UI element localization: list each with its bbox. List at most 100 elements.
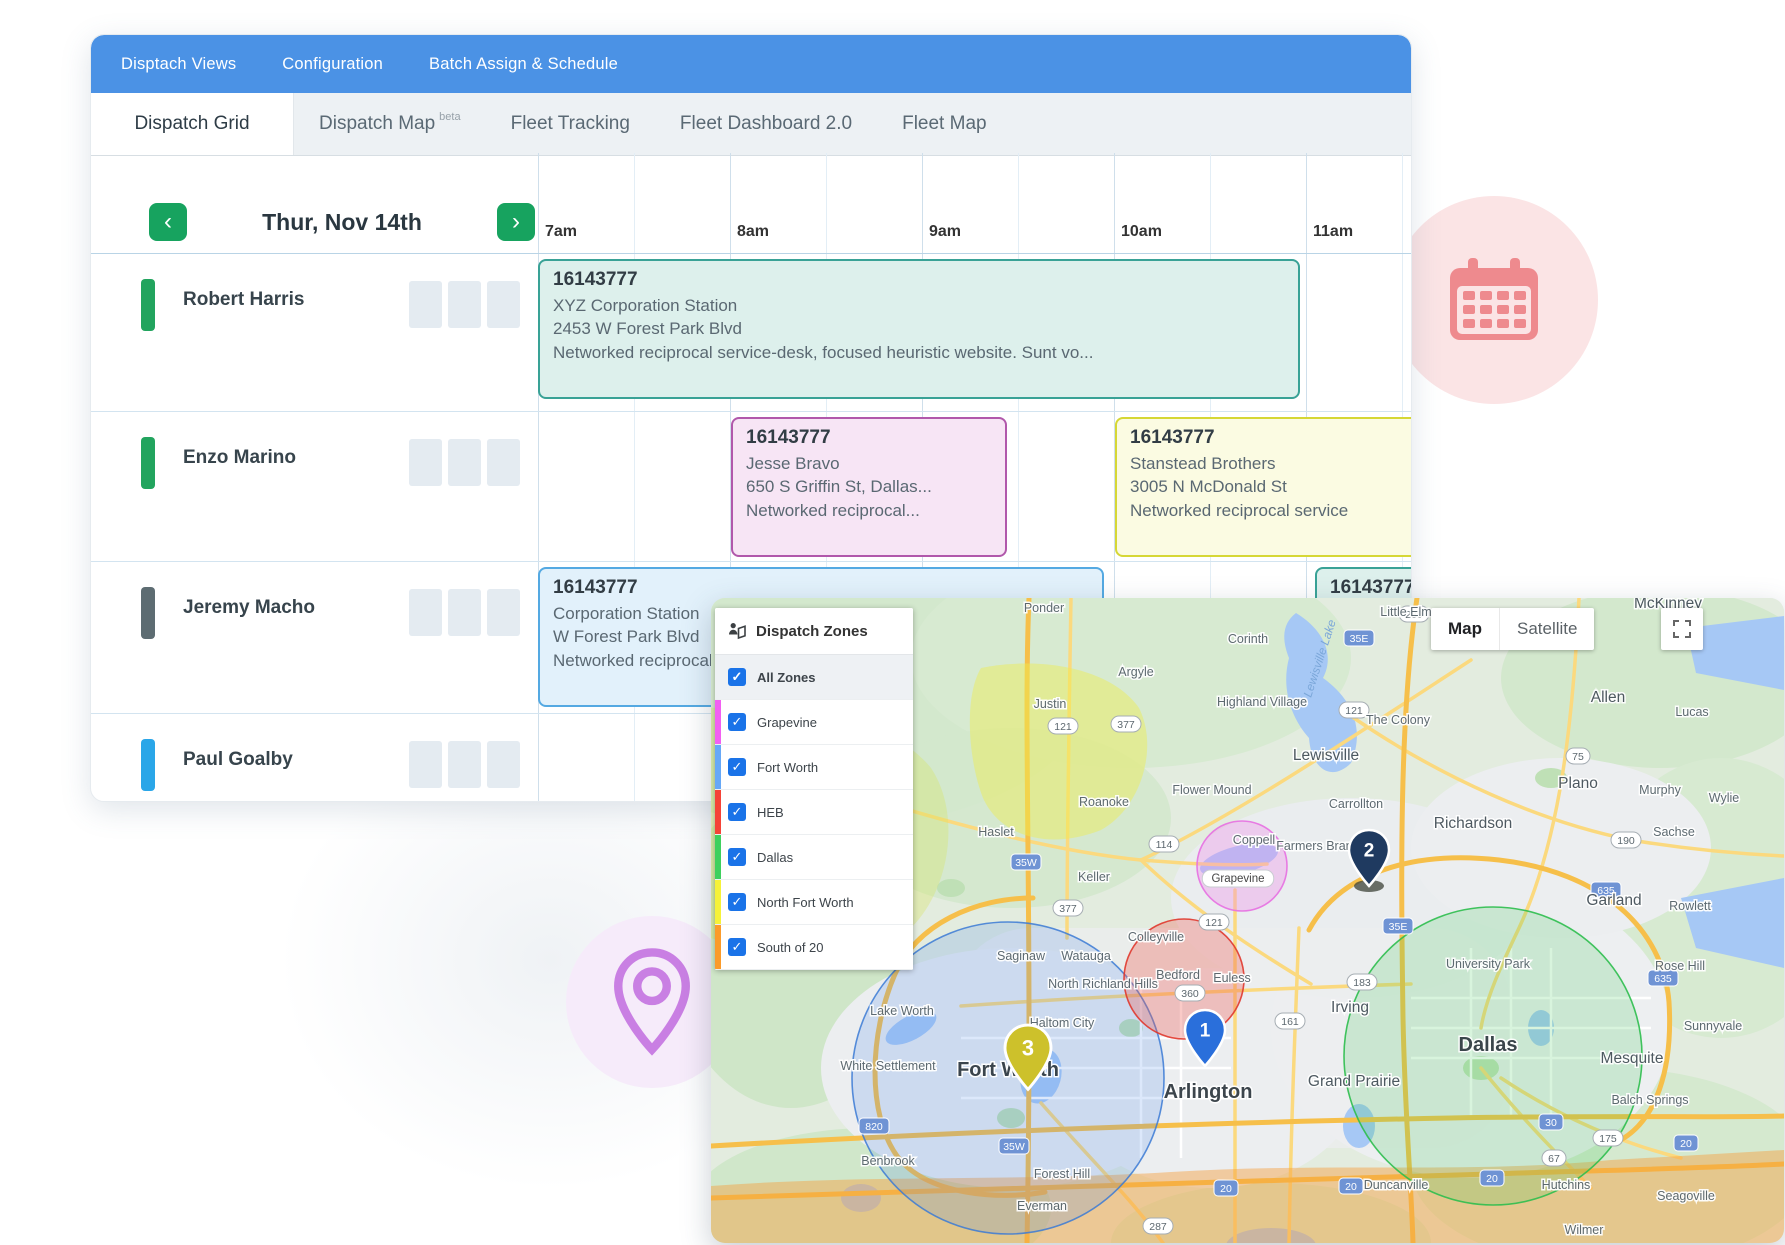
- job-detail-line: Networked reciprocal service-desk, focus…: [553, 341, 1285, 364]
- zone-row-dallas[interactable]: ✓Dallas: [715, 835, 913, 880]
- zone-checkbox[interactable]: ✓: [728, 713, 746, 731]
- road-shield: 20: [1480, 1170, 1504, 1186]
- job-detail-line: 650 S Griffin St, Dallas...: [746, 475, 992, 498]
- resource-placeholder-box[interactable]: [487, 741, 520, 788]
- map-city-label: Seagoville: [1657, 1189, 1715, 1203]
- date-label: Thur, Nov 14th: [187, 209, 497, 236]
- map-city-label: Euless: [1213, 971, 1251, 985]
- svg-text:30: 30: [1545, 1117, 1557, 1129]
- calendar-icon: [1444, 254, 1544, 346]
- job-detail-line: XYZ Corporation Station: [553, 294, 1285, 317]
- beta-badge: beta: [439, 111, 460, 123]
- svg-text:75: 75: [1572, 751, 1584, 763]
- zone-row-heb[interactable]: ✓HEB: [715, 790, 913, 835]
- map-city-label: Forest Hill: [1034, 1167, 1090, 1181]
- prev-day-button[interactable]: ‹: [149, 203, 187, 241]
- zone-row-fort-worth[interactable]: ✓Fort Worth: [715, 745, 913, 790]
- svg-text:287: 287: [1149, 1221, 1167, 1233]
- zone-row-grapevine[interactable]: ✓Grapevine: [715, 700, 913, 745]
- next-day-button[interactable]: ›: [497, 203, 535, 241]
- map-city-label: Hutchins: [1542, 1178, 1591, 1192]
- tab-dispatch-map[interactable]: Dispatch Mapbeta: [294, 93, 486, 155]
- map-city-label: Argyle: [1118, 665, 1153, 679]
- road-shield: 35W: [1011, 854, 1041, 870]
- zone-row-all-zones[interactable]: ✓ All Zones: [715, 655, 913, 700]
- resource-placeholder-box[interactable]: [448, 589, 481, 636]
- satellite-type-button[interactable]: Satellite: [1499, 608, 1594, 650]
- map-city-label: Grapevine: [1211, 873, 1264, 885]
- dispatch-zones-title: Dispatch Zones: [756, 623, 868, 640]
- road-shield: 35E: [1344, 630, 1374, 646]
- resource-placeholder-box[interactable]: [409, 589, 442, 636]
- road-shield: 360: [1175, 985, 1205, 1001]
- calendar-decoration: [1390, 196, 1598, 404]
- resource-placeholder-box[interactable]: [448, 741, 481, 788]
- map-city-label: Murphy: [1639, 783, 1681, 797]
- resource-placeholder-box[interactable]: [487, 589, 520, 636]
- map-city-label: Coppell: [1233, 833, 1275, 847]
- resource-placeholder-box[interactable]: [448, 281, 481, 328]
- map-city-label: Plano: [1558, 775, 1598, 792]
- dispatch-zones-panel: Dispatch Zones ✓ All Zones ✓Grapevine✓Fort…: [715, 608, 913, 970]
- zone-row-south-of-20[interactable]: ✓ South of 20: [715, 925, 913, 970]
- tab-fleet-tracking[interactable]: Fleet Tracking: [486, 93, 655, 155]
- fullscreen-icon: [1673, 620, 1691, 638]
- job-detail-line: Jesse Bravo: [746, 452, 992, 475]
- map-city-label: Mesquite: [1601, 1050, 1664, 1067]
- nav-item[interactable]: Disptach Views: [121, 55, 236, 74]
- zone-checkbox[interactable]: ✓: [728, 803, 746, 821]
- zone-checkbox[interactable]: ✓: [728, 758, 746, 776]
- svg-text:121: 121: [1205, 917, 1223, 929]
- job-block[interactable]: 16143777XYZ Corporation Station2453 W Fo…: [538, 259, 1300, 399]
- map-city-label: Sunnyvale: [1684, 1019, 1742, 1033]
- job-block[interactable]: 16143777Jesse Bravo650 S Griffin St, Dal…: [731, 417, 1007, 557]
- road-shield: 377: [1111, 716, 1141, 732]
- fullscreen-button[interactable]: [1661, 608, 1703, 650]
- zone-label: South of 20: [757, 940, 824, 955]
- resource-placeholder-box[interactable]: [409, 741, 442, 788]
- map-city-label: Saginaw: [997, 949, 1046, 963]
- tab-dispatch-grid[interactable]: Dispatch Grid: [91, 93, 294, 155]
- job-detail-line: Stanstead Brothers: [1130, 452, 1412, 475]
- road-shield: 30: [1539, 1114, 1563, 1130]
- map-city-label: University Park: [1446, 957, 1531, 971]
- svg-text:635: 635: [1654, 973, 1672, 985]
- dallas-zone[interactable]: [1344, 907, 1642, 1205]
- svg-text:2: 2: [1364, 841, 1375, 862]
- map-type-button[interactable]: Map: [1431, 608, 1499, 650]
- zone-row-north-fort-worth[interactable]: ✓North Fort Worth: [715, 880, 913, 925]
- zone-checkbox[interactable]: ✓: [728, 893, 746, 911]
- road-shield: 190: [1611, 832, 1641, 848]
- zone-checkbox[interactable]: ✓: [728, 668, 746, 686]
- job-block[interactable]: 16143777Stanstead Brothers3005 N McDonal…: [1115, 417, 1412, 557]
- zone-color-stripe: [715, 925, 721, 969]
- tab-bar: Dispatch GridDispatch MapbetaFleet Track…: [91, 93, 1411, 156]
- map-city-label: Wylie: [1709, 791, 1739, 805]
- map-city-label: Grand Prairie: [1308, 1073, 1400, 1090]
- road-shield: 377: [1053, 900, 1083, 916]
- zone-color-stripe: [715, 790, 721, 834]
- resource-placeholder-box[interactable]: [448, 439, 481, 486]
- road-shield: 20: [1214, 1180, 1238, 1196]
- nav-item[interactable]: Batch Assign & Schedule: [429, 55, 618, 74]
- road-shield: 35E: [1383, 918, 1413, 934]
- map-city-label: Everman: [1017, 1199, 1067, 1213]
- resource-placeholder-box[interactable]: [409, 439, 442, 486]
- svg-text:183: 183: [1353, 977, 1371, 989]
- svg-text:35E: 35E: [1389, 921, 1408, 933]
- job-detail-line: 3005 N McDonald St: [1130, 475, 1412, 498]
- road-shield: 20: [1674, 1135, 1698, 1151]
- map-city-label: Lewisville: [1293, 747, 1359, 764]
- tab-fleet-dashboard-2-0[interactable]: Fleet Dashboard 2.0: [655, 93, 877, 155]
- zone-checkbox[interactable]: ✓: [728, 848, 746, 866]
- tab-fleet-map[interactable]: Fleet Map: [877, 93, 1011, 155]
- nav-item[interactable]: Configuration: [282, 55, 383, 74]
- road-shield: 75: [1566, 748, 1590, 764]
- zone-label: All Zones: [757, 670, 816, 685]
- resource-placeholder-box[interactable]: [487, 439, 520, 486]
- zone-checkbox[interactable]: ✓: [728, 938, 746, 956]
- time-label: 11am: [1313, 223, 1353, 241]
- resource-placeholder-box[interactable]: [409, 281, 442, 328]
- resource-placeholder-box[interactable]: [487, 281, 520, 328]
- map-widget[interactable]: 3771217511435W37712135E19018316136063563…: [711, 598, 1784, 1243]
